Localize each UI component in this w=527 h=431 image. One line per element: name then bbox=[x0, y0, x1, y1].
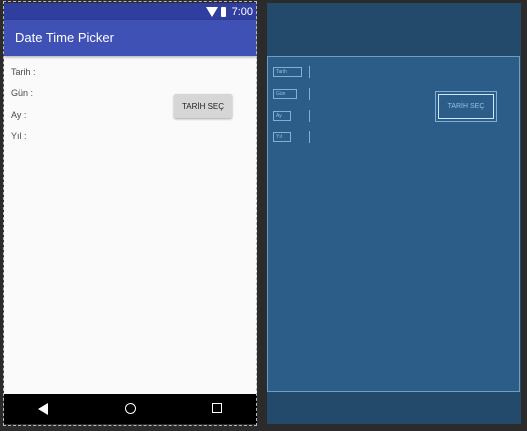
blueprint-text-view[interactable] bbox=[309, 66, 310, 78]
status-bar: 7:00 bbox=[4, 3, 257, 20]
navigation-bar bbox=[4, 394, 257, 424]
app-bar: Date Time Picker bbox=[4, 20, 257, 56]
wifi-icon bbox=[205, 6, 218, 17]
blueprint-content: Tarih Gün Ay Yıl TARİH SEÇ bbox=[267, 56, 520, 392]
blueprint-nav-bar bbox=[267, 392, 521, 424]
label-tarih: Tarih : bbox=[11, 67, 36, 77]
design-preview: 7:00 Date Time Picker Tarih : Gün : Ay :… bbox=[4, 3, 257, 424]
status-icons: 7:00 bbox=[205, 5, 253, 18]
battery-icon bbox=[220, 6, 226, 17]
blueprint-view: Tarih Gün Ay Yıl TARİH SEÇ bbox=[267, 3, 521, 424]
label-ay: Ay : bbox=[11, 110, 27, 120]
blueprint-app-bar bbox=[267, 3, 521, 56]
app-title: Date Time Picker bbox=[15, 30, 114, 45]
blueprint-text-view[interactable] bbox=[309, 88, 310, 100]
recent-apps-icon[interactable] bbox=[212, 403, 222, 413]
blueprint-label-yil[interactable]: Yıl bbox=[273, 132, 291, 142]
blueprint-text-view[interactable] bbox=[309, 131, 310, 143]
blueprint-label-ay[interactable]: Ay bbox=[273, 111, 291, 121]
blueprint-button-selection[interactable]: TARİH SEÇ bbox=[435, 91, 497, 122]
pick-date-button[interactable]: TARİH SEÇ bbox=[174, 94, 232, 118]
blueprint-label-gun[interactable]: Gün bbox=[273, 89, 297, 99]
label-gun: Gün : bbox=[11, 88, 34, 98]
blueprint-text-view[interactable] bbox=[309, 110, 310, 122]
home-icon[interactable] bbox=[125, 403, 136, 414]
label-yil: Yıl : bbox=[11, 131, 27, 141]
blueprint-pick-date-button[interactable]: TARİH SEÇ bbox=[438, 94, 494, 119]
clock: 7:00 bbox=[231, 5, 253, 18]
back-icon[interactable] bbox=[38, 403, 48, 415]
blueprint-label-tarih[interactable]: Tarih bbox=[273, 67, 302, 77]
